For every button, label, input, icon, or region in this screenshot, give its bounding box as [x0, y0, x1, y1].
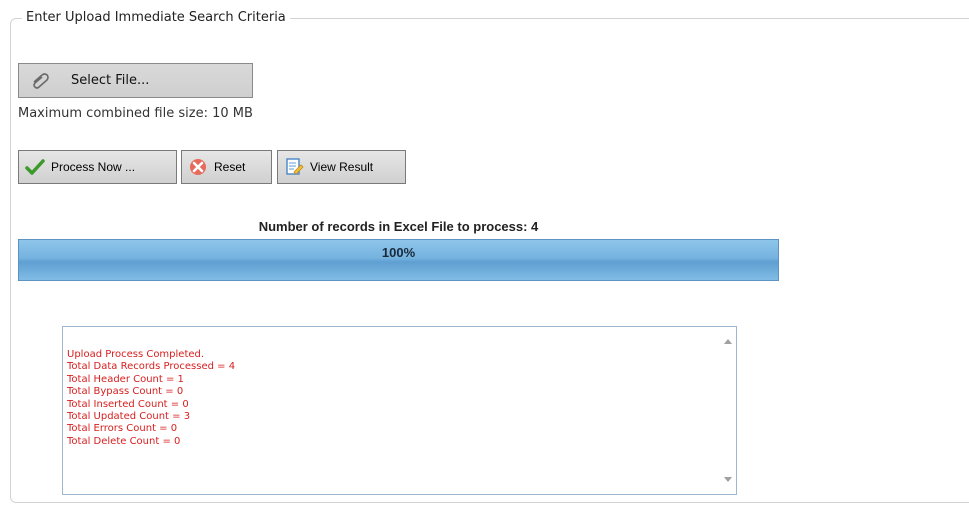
- view-result-button[interactable]: View Result: [277, 150, 406, 184]
- red-x-icon: [190, 159, 206, 175]
- progress-bar: 100%: [18, 239, 779, 281]
- records-count-title: Number of records in Excel File to proce…: [258, 219, 539, 234]
- log-line: Total Data Records Processed = 4: [67, 361, 236, 373]
- log-scrollbar[interactable]: [719, 327, 736, 494]
- log-line: Total Errors Count = 0: [67, 423, 178, 435]
- process-now-label: Process Now ...: [51, 160, 136, 174]
- result-log-textarea[interactable]: Upload Process Completed. Total Data Reco…: [62, 326, 737, 495]
- log-line: Total Delete Count = 0: [67, 435, 181, 447]
- select-file-button[interactable]: Select File...: [18, 63, 253, 98]
- select-file-label: Select File...: [71, 73, 150, 88]
- max-file-size-text: Maximum combined file size: 10 MB: [18, 106, 253, 121]
- log-line: Total Header Count = 1: [67, 373, 184, 385]
- log-line: Total Bypass Count = 0: [67, 386, 184, 398]
- scroll-up-icon[interactable]: [724, 339, 732, 344]
- document-edit-icon: [286, 158, 304, 175]
- scroll-down-icon[interactable]: [724, 477, 732, 482]
- checkmark-icon: [25, 159, 45, 175]
- log-line: Total Inserted Count = 0: [67, 398, 189, 410]
- log-line: Upload Process Completed.: [67, 349, 205, 360]
- fieldset-legend: Enter Upload Immediate Search Criteria: [22, 10, 290, 26]
- process-now-button[interactable]: Process Now ...: [18, 150, 177, 184]
- reset-button[interactable]: Reset: [181, 150, 272, 184]
- view-result-label: View Result: [310, 160, 374, 174]
- progress-percent: 100%: [381, 245, 416, 260]
- log-lines: Upload Process Completed. Total Data Reco…: [67, 349, 235, 448]
- log-line: Total Updated Count = 3: [67, 411, 191, 423]
- paperclip-icon: [33, 72, 49, 89]
- reset-label: Reset: [214, 160, 246, 174]
